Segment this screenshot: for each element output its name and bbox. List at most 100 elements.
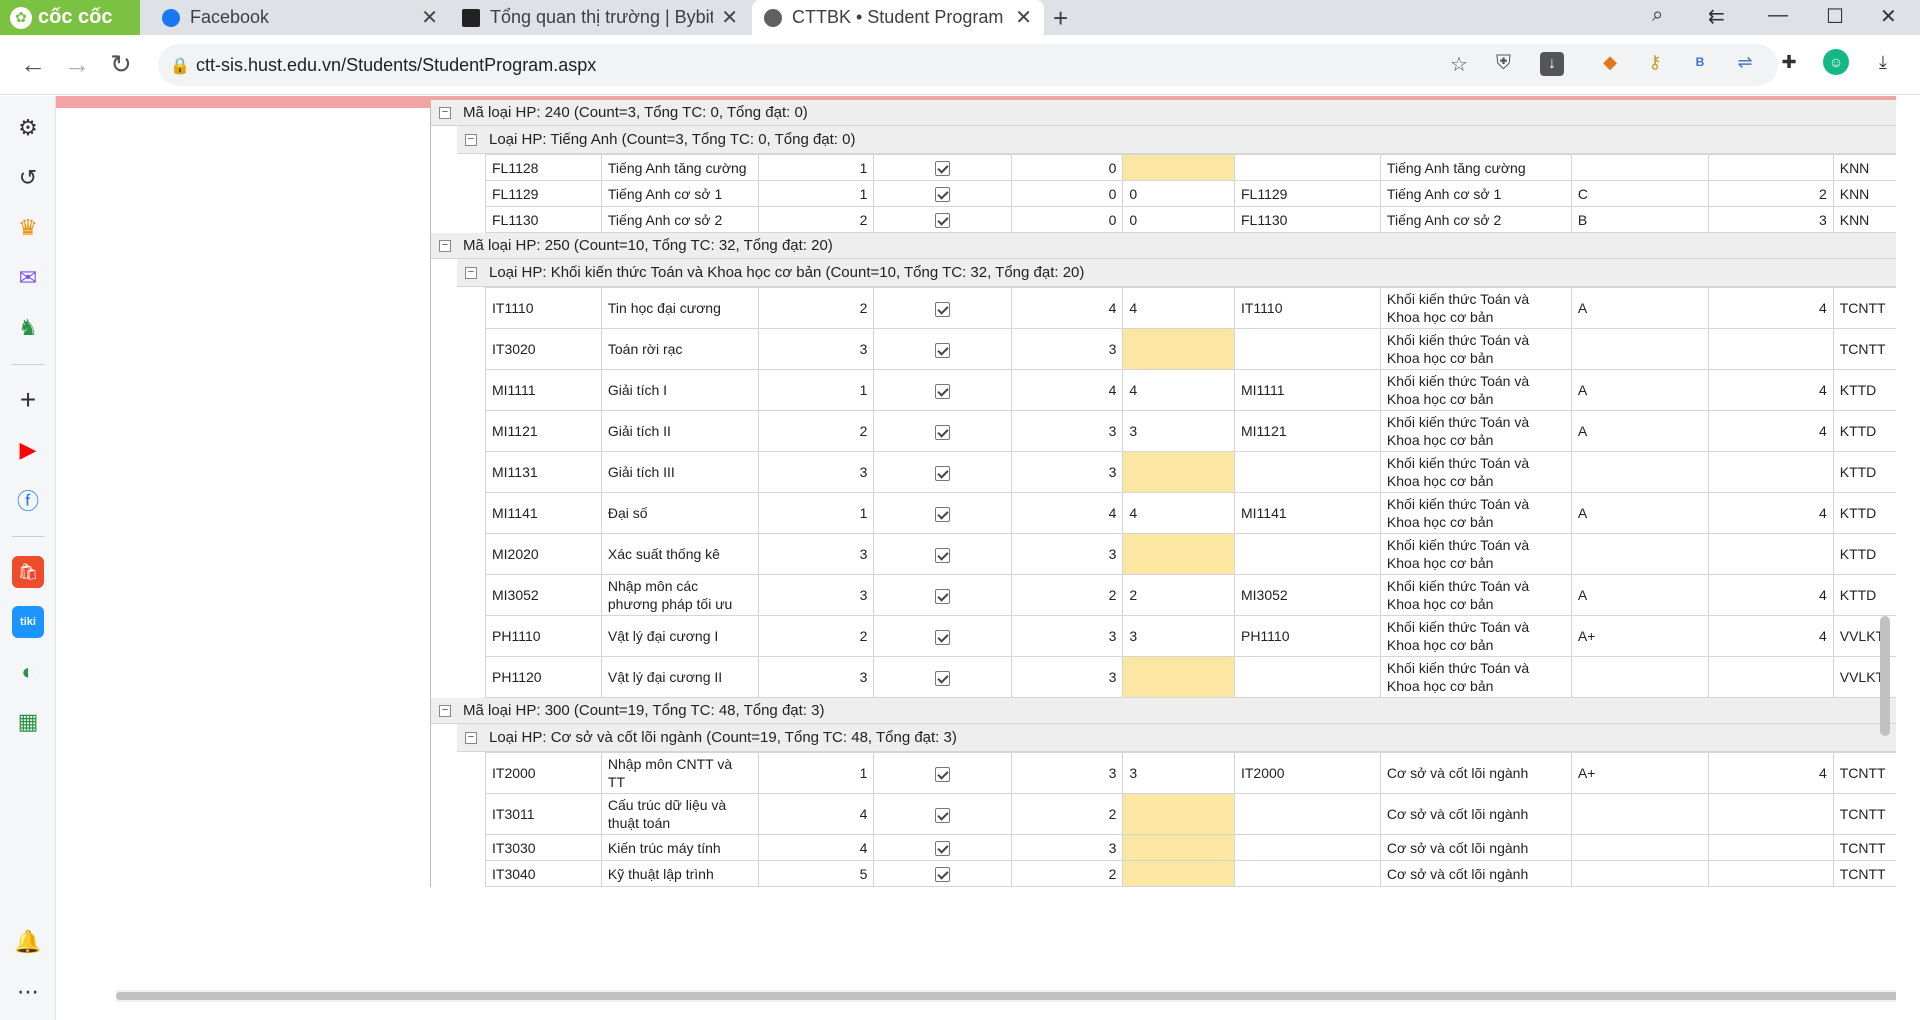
profile-avatar-icon[interactable]: ☺ xyxy=(1823,49,1849,75)
checkbox[interactable] xyxy=(935,807,951,823)
gamepad-icon[interactable]: ♞ xyxy=(12,312,44,344)
collapse-toggle-icon[interactable]: − xyxy=(439,704,451,717)
shopee-icon[interactable]: 🛍 xyxy=(12,556,44,588)
required-cell xyxy=(873,180,1012,207)
table-row[interactable]: MI1111 Giải tích I 1 4 4 MI1111 Khối kiến thức… xyxy=(485,369,1896,411)
collapse-toggle-icon[interactable]: − xyxy=(439,106,451,119)
collapse-toggle-icon[interactable]: − xyxy=(465,266,477,279)
spreadsheet-icon[interactable]: ▦ xyxy=(12,706,44,738)
youtube-icon[interactable]: ▶ xyxy=(12,434,44,466)
collapse-toggle-icon[interactable]: − xyxy=(465,133,477,146)
tab-student-program[interactable]: CTTBK • Student Program ✕ xyxy=(752,0,1044,35)
table-row[interactable]: MI1141 Đại số 1 4 4 MI1141 Khối kiến thức Toán… xyxy=(485,492,1896,534)
result-course-code xyxy=(1233,656,1381,698)
table-row[interactable]: PH1120 Vật lý đại cương II 3 3 Khối kiến thứ… xyxy=(485,656,1896,698)
table-row[interactable]: MI1131 Giải tích III 3 3 Khối kiến thức Toán… xyxy=(485,451,1896,493)
grade-point xyxy=(1708,793,1834,835)
tab-facebook[interactable]: Facebook ✕ xyxy=(150,0,450,35)
maximize-icon[interactable]: ☐ xyxy=(1826,4,1844,29)
checkbox[interactable] xyxy=(935,301,951,317)
shield-icon[interactable]: ⛨ xyxy=(1496,52,1511,75)
checkbox[interactable] xyxy=(935,424,951,440)
close-tab-icon[interactable]: ✕ xyxy=(721,5,738,30)
forward-icon[interactable]: → xyxy=(64,49,90,80)
table-row[interactable]: IT3040 Kỹ thuật lập trình 5 2 Cơ sở và cốt l… xyxy=(485,860,1896,887)
checkbox[interactable] xyxy=(935,670,951,686)
facebook-sidebar-icon[interactable]: ⓕ xyxy=(12,484,44,516)
table-row[interactable]: MI3052 Nhập môn các phương pháp tối ưu 3 2 2… xyxy=(485,574,1896,616)
address-bar[interactable]: 🔒 ctt-sis.hust.edu.vn/Students/StudentPr… xyxy=(158,44,1778,86)
restore-icon[interactable]: ⇇ xyxy=(1708,4,1725,29)
coccoc-game-icon[interactable]: ◐ xyxy=(12,656,44,688)
semester: 3 xyxy=(757,451,875,493)
history-icon[interactable]: ↺ xyxy=(12,162,44,194)
table-row[interactable]: FL1128 Tiếng Anh tăng cường 1 0 Tiếng Anh tă… xyxy=(485,154,1896,181)
credits: 0 xyxy=(1010,180,1124,207)
horizontal-scrollbar-thumb[interactable] xyxy=(116,992,1896,1000)
reload-icon[interactable]: ↻ xyxy=(110,49,132,80)
vertical-scrollbar[interactable] xyxy=(1880,616,1890,736)
semester: 3 xyxy=(757,574,875,616)
crown-icon[interactable]: ♛ xyxy=(12,212,44,244)
table-row[interactable]: MI2020 Xác suất thống kê 3 3 Khối kiến thức … xyxy=(485,533,1896,575)
table-row[interactable]: IT3030 Kiến trúc máy tính 4 3 Cơ sở và cốt l… xyxy=(485,834,1896,861)
checkbox[interactable] xyxy=(935,629,951,645)
key-icon[interactable]: ⚷ xyxy=(1642,49,1668,75)
table-row[interactable]: IT3011 Cấu trúc dữ liệu và thuật toán 4 2 Cơ… xyxy=(485,793,1896,835)
checkbox[interactable] xyxy=(935,766,951,782)
group-header: − Mã loại HP: 240 (Count=3, Tổng TC: 0, T… xyxy=(431,100,1896,126)
translate-icon[interactable]: ⇌ xyxy=(1732,49,1758,75)
close-tab-icon[interactable]: ✕ xyxy=(421,5,438,30)
download-arrow-icon[interactable]: ↓ xyxy=(1540,52,1564,76)
notification-bell-icon[interactable]: 🔔 xyxy=(12,926,44,958)
checkbox[interactable] xyxy=(935,383,951,399)
add-icon[interactable]: + xyxy=(12,384,44,416)
collapse-toggle-icon[interactable]: − xyxy=(465,731,477,744)
required-cell xyxy=(873,410,1012,452)
tab-strip: ✿ cốc cốc Facebook ✕ Tổng quan thị trườn… xyxy=(0,0,1920,35)
checkbox[interactable] xyxy=(935,506,951,522)
required-cell xyxy=(873,328,1012,370)
back-icon[interactable]: ← xyxy=(20,49,46,80)
close-window-icon[interactable]: ✕ xyxy=(1880,4,1897,29)
checkbox[interactable] xyxy=(935,465,951,481)
checkbox[interactable] xyxy=(935,342,951,358)
earned-credits: 3 xyxy=(1122,615,1235,657)
horizontal-scrollbar[interactable] xyxy=(116,990,1896,1002)
table-row[interactable]: MI1121 Giải tích II 2 3 3 MI1121 Khối kiến thứ… xyxy=(485,410,1896,452)
star-icon[interactable]: ☆ xyxy=(1450,52,1468,77)
tab-search-icon[interactable]: ⌕ xyxy=(1652,4,1663,27)
downloads-icon[interactable]: ⤓ xyxy=(1870,49,1896,75)
table-row[interactable]: PH1110 Vật lý đại cương I 2 3 3 PH1110 Khối ki… xyxy=(485,615,1896,657)
checkbox[interactable] xyxy=(935,547,951,563)
checkbox[interactable] xyxy=(935,213,951,229)
minimize-icon[interactable]: — xyxy=(1768,4,1788,27)
close-tab-icon[interactable]: ✕ xyxy=(1015,5,1032,30)
coccoc-logo[interactable]: ✿ cốc cốc xyxy=(0,0,140,35)
table-row[interactable]: FL1129 Tiếng Anh cơ sở 1 1 0 0 FL1129 Tiếng An… xyxy=(485,180,1896,207)
more-icon[interactable]: ⋯ xyxy=(12,976,44,1008)
table-row[interactable]: FL1130 Tiếng Anh cơ sở 2 2 0 0 FL1130 Tiếng An… xyxy=(485,206,1896,233)
metamask-icon[interactable]: ◆ xyxy=(1597,49,1623,75)
table-row[interactable]: IT1110 Tin học đại cương 2 4 4 IT1110 Khối kiế… xyxy=(485,287,1896,329)
settings-gear-icon[interactable]: ⚙ xyxy=(12,112,44,144)
checkbox[interactable] xyxy=(935,867,951,883)
new-tab-icon[interactable]: + xyxy=(1053,3,1068,34)
table-row[interactable]: IT3020 Toán rời rạc 3 3 Khối kiến thức Toán … xyxy=(485,328,1896,370)
checkbox[interactable] xyxy=(935,841,951,857)
extension-b-icon[interactable]: B xyxy=(1687,49,1713,75)
tiki-icon[interactable]: tiki xyxy=(12,606,44,638)
checkbox[interactable] xyxy=(935,161,951,177)
course-type: Khối kiến thức Toán và Khoa học cơ bản xyxy=(1379,574,1572,616)
extensions-puzzle-icon[interactable]: ✚ xyxy=(1776,49,1802,75)
semester: 5 xyxy=(757,860,875,887)
result-course-code xyxy=(1233,834,1381,861)
collapse-toggle-icon[interactable]: − xyxy=(439,239,451,252)
checkbox[interactable] xyxy=(935,588,951,604)
table-row[interactable]: IT2000 Nhập môn CNTT và TT 1 3 3 IT2000 Cơ sở … xyxy=(485,752,1896,794)
tab-bybit[interactable]: Tổng quan thị trường | Bybit ✕ xyxy=(450,0,750,35)
checkbox[interactable] xyxy=(935,187,951,203)
messenger-icon[interactable]: ✉ xyxy=(12,262,44,294)
department: KTTD xyxy=(1832,492,1896,534)
course-name: Tiếng Anh cơ sở 2 xyxy=(600,206,759,233)
